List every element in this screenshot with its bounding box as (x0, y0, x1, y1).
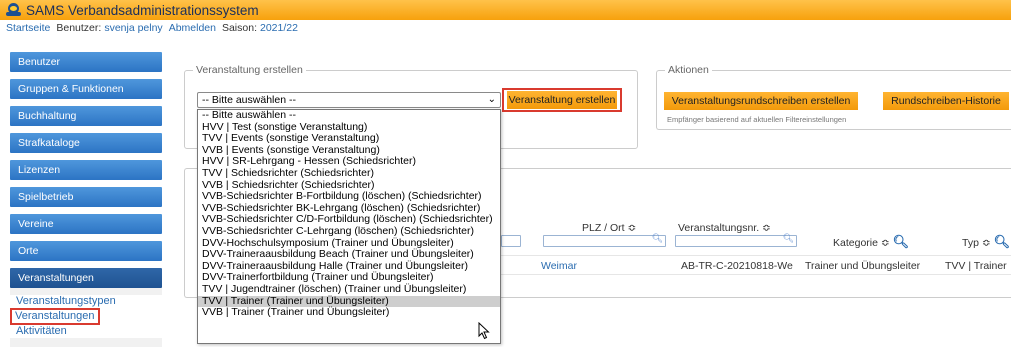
sidebar-item-strafkataloge[interactable]: Strafkataloge (10, 133, 162, 153)
user-label: Benutzer: (56, 22, 102, 34)
volleyball-logo-icon (6, 3, 22, 17)
app-title: SAMS Verbandsadministrationssystem (26, 2, 259, 18)
dropdown-option[interactable]: VVB-Schiedsrichter C-Lehrgang (löschen) … (198, 225, 500, 238)
filter-input-nr[interactable]: 🔍︎ (675, 233, 797, 247)
search-icon: 🔍︎ (651, 233, 663, 243)
chevron-down-icon: ⌄ (487, 94, 496, 105)
dropdown-option[interactable]: VVB-Schiedsrichter B-Fortbildung (lösche… (198, 191, 500, 203)
create-circular-button[interactable]: Veranstaltungsrundschreiben erstellen (664, 92, 858, 110)
sidebar-item-vereine[interactable]: Vereine (10, 214, 162, 234)
sublink-veranstaltungen[interactable]: Veranstaltungen (10, 308, 100, 325)
cell-kategorie: Trainer und Übungsleiter (805, 260, 921, 272)
sidebar-submenu: Veranstaltungstypen Veranstaltungen Akti… (10, 295, 162, 338)
home-link[interactable]: Startseite (6, 22, 50, 34)
recipients-note: Empfänger basierend auf aktuellen Filter… (667, 115, 847, 124)
season-link[interactable]: 2021/22 (260, 22, 298, 34)
row-divider (501, 274, 1011, 275)
dropdown-option[interactable]: VVB | Trainer (Trainer und Übungsleiter) (198, 306, 500, 319)
cell-nr: AB-TR-C-20210818-We (681, 260, 793, 272)
dropdown-option[interactable]: -- Bitte auswählen -- (198, 110, 500, 122)
dropdown-option[interactable]: DVV-Traineraausbildung Beach (Trainer un… (198, 249, 500, 261)
sidebar: Benutzer Gruppen & Funktionen Buchhaltun… (10, 52, 162, 338)
top-nav: Startseite Benutzer: svenja pelny Abmeld… (0, 20, 1011, 36)
mouse-pointer-icon (478, 322, 490, 340)
event-type-select-value: -- Bitte auswählen -- (202, 94, 296, 106)
cell-typ: TVV | Trainer (945, 260, 1007, 272)
event-type-select[interactable]: -- Bitte auswählen -- ⌄ (197, 92, 501, 108)
sublink-aktivitaeten[interactable]: Aktivitäten (10, 325, 162, 338)
circular-history-button[interactable]: Rundschreiben-Historie (883, 92, 1009, 110)
sidebar-item-buchhaltung[interactable]: Buchhaltung (10, 106, 162, 126)
sublink-veranstaltungstypen[interactable]: Veranstaltungstypen (10, 295, 162, 308)
row-divider (501, 255, 1011, 256)
typ-header-label: Typ ≎ (962, 237, 991, 249)
column-header-typ[interactable]: Typ ≎ 🔍︎ (962, 234, 1010, 250)
column-header-plz-ort[interactable]: PLZ / Ort ≎ (582, 222, 636, 234)
logout-link[interactable]: Abmelden (169, 22, 216, 34)
kategorie-search-icon[interactable]: 🔍︎ (893, 234, 910, 249)
column-header-kategorie[interactable]: Kategorie ≎ 🔍︎ (833, 234, 909, 250)
event-type-dropdown-list: -- Bitte auswählen -- HVV | Test (sonstig… (197, 109, 501, 344)
sidebar-item-benutzer[interactable]: Benutzer (10, 52, 162, 72)
sidebar-item-spielbetrieb[interactable]: Spielbetrieb (10, 187, 162, 207)
sidebar-item-lizenzen[interactable]: Lizenzen (10, 160, 162, 180)
dropdown-option[interactable]: TVV | Schiedsrichter (Schiedsrichter) (198, 167, 500, 180)
create-event-legend: Veranstaltung erstellen (196, 64, 303, 76)
actions-legend: Aktionen (668, 64, 709, 76)
cell-ort[interactable]: Weimar (541, 260, 577, 272)
title-bar: SAMS Verbandsadministrationssystem (0, 0, 1011, 20)
search-icon: 🔍︎ (782, 233, 794, 243)
season-label: Saison: (221, 22, 257, 34)
sidebar-item-orte[interactable]: Orte (10, 241, 162, 261)
user-name-link[interactable]: svenja pelny (104, 22, 162, 34)
sidebar-item-gruppen[interactable]: Gruppen & Funktionen (10, 79, 162, 99)
filter-input-plz-ort[interactable]: 🔍︎ (543, 233, 666, 247)
kategorie-header-label: Kategorie ≎ (833, 237, 890, 249)
column-header-nr[interactable]: Veranstaltungsnr. ≎ (678, 222, 771, 234)
dropdown-option[interactable]: TVV | Jugendtrainer (löschen) (Trainer u… (198, 283, 500, 296)
create-event-button[interactable]: Veranstaltung erstellen (507, 91, 617, 109)
typ-search-icon[interactable]: 🔍︎ (994, 234, 1011, 249)
sidebar-item-veranstaltungen[interactable]: Veranstaltungen (10, 268, 162, 288)
filter-input-name[interactable] (501, 235, 521, 247)
